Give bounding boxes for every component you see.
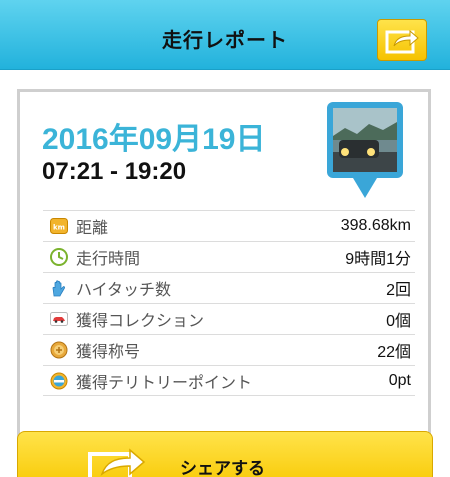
stat-label: 獲得コレクション — [76, 311, 205, 330]
stat-row-collection: 獲得コレクション 0個 — [43, 303, 415, 334]
clock-icon — [50, 248, 68, 266]
km-icon: km — [50, 217, 68, 235]
share-button-label: シェアする — [180, 459, 265, 477]
stat-row-drive-time: 走行時間 9時間1分 — [43, 241, 415, 272]
stat-label: 獲得称号 — [76, 342, 141, 361]
stat-label: 走行時間 — [76, 249, 141, 268]
svg-text:km: km — [53, 224, 65, 232]
stat-row-territory: 獲得テリトリーポイント 0pt — [43, 365, 415, 396]
share-icon — [88, 448, 146, 477]
stat-label: 距離 — [76, 218, 109, 237]
stat-value: 9時間1分 — [345, 251, 411, 268]
territory-icon — [50, 372, 68, 390]
report-time-range: 07:21 - 19:20 — [42, 158, 187, 185]
app-header: 走行レポート — [0, 0, 450, 70]
stat-label: ハイタッチ数 — [76, 280, 172, 299]
stat-value: 398.68km — [340, 217, 411, 234]
report-card: 2016年09月19日 07:21 - 19:20 km 距離 398.68km… — [17, 89, 431, 477]
stat-row-titles: 獲得称号 22個 — [43, 334, 415, 365]
stat-row-distance: km 距離 398.68km — [43, 210, 415, 241]
share-button-top[interactable] — [377, 19, 427, 61]
stat-value: 0pt — [388, 371, 411, 389]
share-button[interactable]: シェアする — [17, 431, 433, 477]
stat-value: 22個 — [377, 344, 411, 361]
report-date: 2016年09月19日 — [42, 123, 266, 156]
stats-list: km 距離 398.68km 走行時間 9時間1分 ハイタッチ数 2回 獲得コレ… — [43, 210, 415, 396]
medal-icon — [50, 341, 68, 359]
content-area: 2016年09月19日 07:21 - 19:20 km 距離 398.68km… — [0, 71, 450, 477]
photo-pin-icon[interactable] — [325, 100, 405, 202]
stat-value: 0個 — [386, 313, 411, 330]
stat-row-high-touch: ハイタッチ数 2回 — [43, 272, 415, 303]
share-icon — [385, 29, 419, 54]
stat-value: 2回 — [386, 282, 411, 299]
stat-label: 獲得テリトリーポイント — [76, 372, 253, 392]
hand-icon — [50, 279, 68, 297]
car-icon — [50, 310, 68, 328]
